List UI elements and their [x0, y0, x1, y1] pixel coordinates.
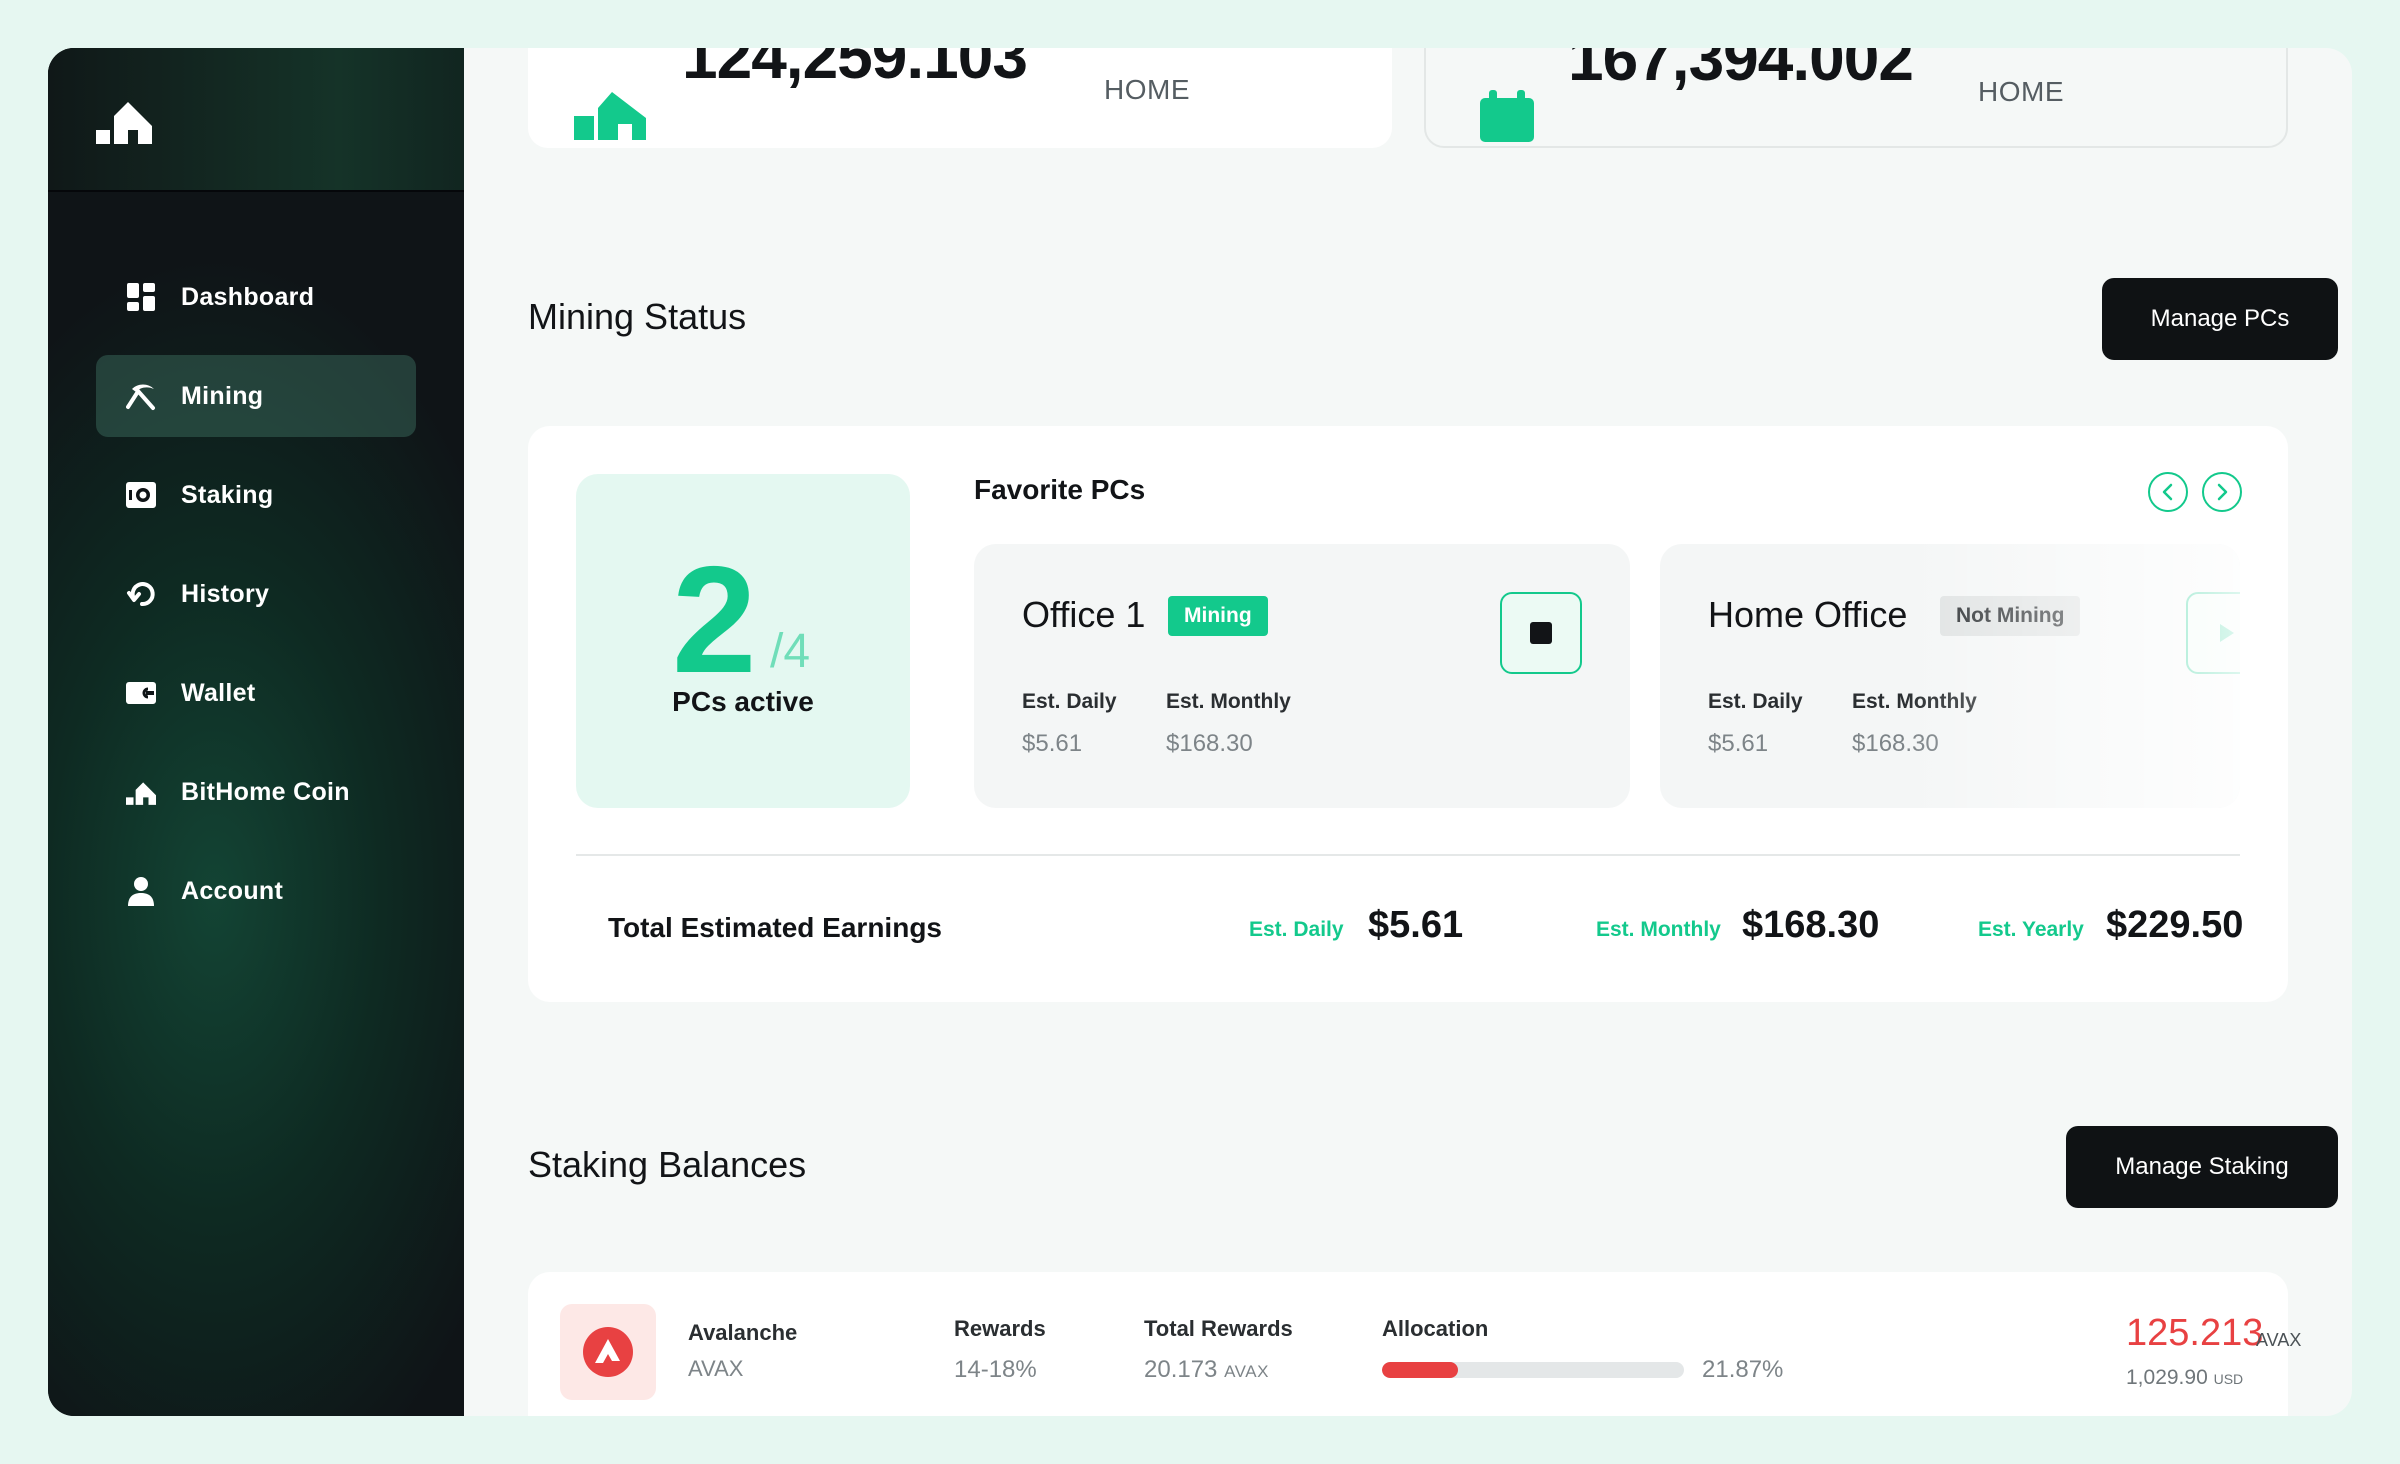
- pcs-active-count: 2: [672, 535, 757, 705]
- total-earnings-label: Total Estimated Earnings: [608, 912, 942, 943]
- est-monthly-value: $168.30: [1852, 730, 1939, 757]
- coin-name: Avalanche: [688, 1320, 798, 1345]
- est-daily-label: Est. Daily: [1708, 690, 1803, 713]
- sidebar-nav: Dashboard Mining Staking History Wallet …: [96, 256, 416, 949]
- sidebar-item-history[interactable]: History: [96, 553, 416, 635]
- stop-mining-button[interactable]: [1500, 592, 1582, 674]
- rewards-value: 14-18%: [954, 1356, 1037, 1383]
- total-rewards-unit: AVAX: [1224, 1362, 1269, 1381]
- calendar-icon: [1480, 90, 1534, 142]
- carousel-next-button[interactable]: [2202, 472, 2242, 512]
- total-rewards-label: Total Rewards: [1144, 1316, 1293, 1341]
- sidebar-item-label: Account: [181, 876, 284, 905]
- allocation-bar: [1382, 1362, 1684, 1378]
- wallet-icon: [126, 678, 156, 708]
- total-monthly-value: $168.30: [1742, 904, 1880, 946]
- sidebar-item-label: Wallet: [181, 678, 256, 707]
- staked-usd-value: 1,029.90: [2126, 1366, 2208, 1389]
- sidebar-item-label: BitHome Coin: [181, 777, 350, 806]
- manage-staking-button[interactable]: Manage Staking: [2066, 1126, 2338, 1208]
- sidebar-item-label: Staking: [181, 480, 274, 509]
- play-icon: [2220, 624, 2234, 642]
- est-monthly-value: $168.30: [1166, 730, 1253, 757]
- vault-icon: [126, 480, 156, 510]
- sidebar-item-bithome-coin[interactable]: BitHome Coin: [96, 751, 416, 833]
- coin-badge: [560, 1304, 656, 1400]
- pc-card-home-office[interactable]: Home Office Not Mining Est. Daily Est. M…: [1660, 544, 2240, 808]
- pickaxe-icon: [126, 381, 156, 411]
- sidebar-header: [48, 48, 464, 192]
- favorite-pcs-title: Favorite PCs: [974, 474, 1146, 505]
- dashboard-icon: [126, 282, 156, 312]
- carousel-fade: [1900, 544, 2240, 808]
- manage-pcs-button[interactable]: Manage PCs: [2102, 278, 2338, 360]
- bithome-coin-icon: [126, 777, 156, 807]
- stat-card-monthly: 167,394.002 HOME: [1424, 48, 2288, 148]
- total-daily-label: Est. Daily: [1249, 918, 1344, 941]
- bithome-coin-icon: [574, 92, 646, 140]
- divider: [576, 854, 2240, 856]
- total-rewards: 20.173 AVAX: [1144, 1356, 1269, 1384]
- sidebar-item-account[interactable]: Account: [96, 850, 416, 932]
- total-yearly-label: Est. Yearly: [1978, 918, 2084, 941]
- total-monthly-label: Est. Monthly: [1596, 918, 1721, 941]
- staked-usd: 1,029.90 USD: [2126, 1366, 2243, 1390]
- stat-value: 167,394.002: [1568, 48, 1914, 94]
- total-rewards-value: 20.173: [1144, 1356, 1218, 1383]
- chevron-right-icon: [2217, 483, 2228, 501]
- pcs-active-card: 2 /4 PCs active: [576, 474, 910, 808]
- sidebar-item-dashboard[interactable]: Dashboard: [96, 256, 416, 338]
- pc-name: Office 1: [1022, 594, 1146, 635]
- app-frame: Dashboard Mining Staking History Wallet …: [48, 48, 2352, 1416]
- rewards-label: Rewards: [954, 1316, 1046, 1341]
- sidebar-item-label: Dashboard: [181, 282, 315, 311]
- carousel-prev-button[interactable]: [2148, 472, 2188, 512]
- sidebar-item-label: Mining: [181, 381, 264, 410]
- staked-amount-unit: AVAX: [2256, 1330, 2302, 1350]
- sidebar: Dashboard Mining Staking History Wallet …: [48, 48, 464, 1416]
- sidebar-item-staking[interactable]: Staking: [96, 454, 416, 536]
- main-content: 124,259.103 HOME 167,394.002 HOME Mining…: [464, 48, 2352, 1416]
- stat-card-balance: 124,259.103 HOME: [528, 48, 1392, 148]
- pcs-total-count: /4: [770, 625, 811, 678]
- staked-usd-unit: USD: [2213, 1371, 2244, 1387]
- sidebar-item-mining[interactable]: Mining: [96, 355, 416, 437]
- est-daily-label: Est. Daily: [1022, 690, 1117, 713]
- est-monthly-label: Est. Monthly: [1166, 690, 1291, 713]
- pc-name: Home Office: [1708, 594, 1908, 635]
- status-badge: Mining: [1168, 596, 1268, 636]
- bithome-logo-icon[interactable]: [96, 96, 152, 144]
- est-daily-value: $5.61: [1022, 730, 1083, 757]
- sidebar-item-label: History: [181, 579, 270, 608]
- total-yearly-value: $229.50: [2106, 904, 2244, 946]
- total-daily-value: $5.61: [1368, 904, 1464, 946]
- allocation-value: 21.87%: [1702, 1356, 1784, 1383]
- stat-unit: HOME: [1104, 74, 1190, 105]
- pc-card-office-1[interactable]: Office 1 Mining Est. Daily Est. Monthly …: [974, 544, 1630, 808]
- staking-row-avalanche[interactable]: Avalanche AVAX Rewards 14-18% Total Rewa…: [528, 1272, 2301, 1416]
- coin-symbol: AVAX: [688, 1356, 744, 1381]
- allocation-label: Allocation: [1382, 1316, 1489, 1341]
- history-icon: [126, 579, 156, 609]
- est-daily-value: $5.61: [1708, 730, 1769, 757]
- est-monthly-label: Est. Monthly: [1852, 690, 1977, 713]
- status-badge: Not Mining: [1940, 596, 2081, 636]
- stat-unit: HOME: [1978, 76, 2064, 107]
- start-mining-button[interactable]: [2186, 592, 2240, 674]
- pcs-active-label: PCs active: [672, 686, 814, 717]
- staked-amount: 125.213: [2126, 1312, 2264, 1354]
- stat-value: 124,259.103: [682, 48, 1028, 92]
- allocation-bar-fill: [1382, 1362, 1458, 1378]
- staking-balances-title: Staking Balances: [528, 1144, 807, 1185]
- chevron-left-icon: [2162, 483, 2173, 501]
- account-icon: [126, 876, 156, 906]
- mining-status-title: Mining Status: [528, 296, 747, 337]
- mining-panel: 2 /4 PCs active Favorite PCs Office 1 Mi…: [528, 426, 2288, 1002]
- sidebar-item-wallet[interactable]: Wallet: [96, 652, 416, 734]
- stop-icon: [1530, 622, 1552, 644]
- avalanche-icon: [583, 1327, 633, 1377]
